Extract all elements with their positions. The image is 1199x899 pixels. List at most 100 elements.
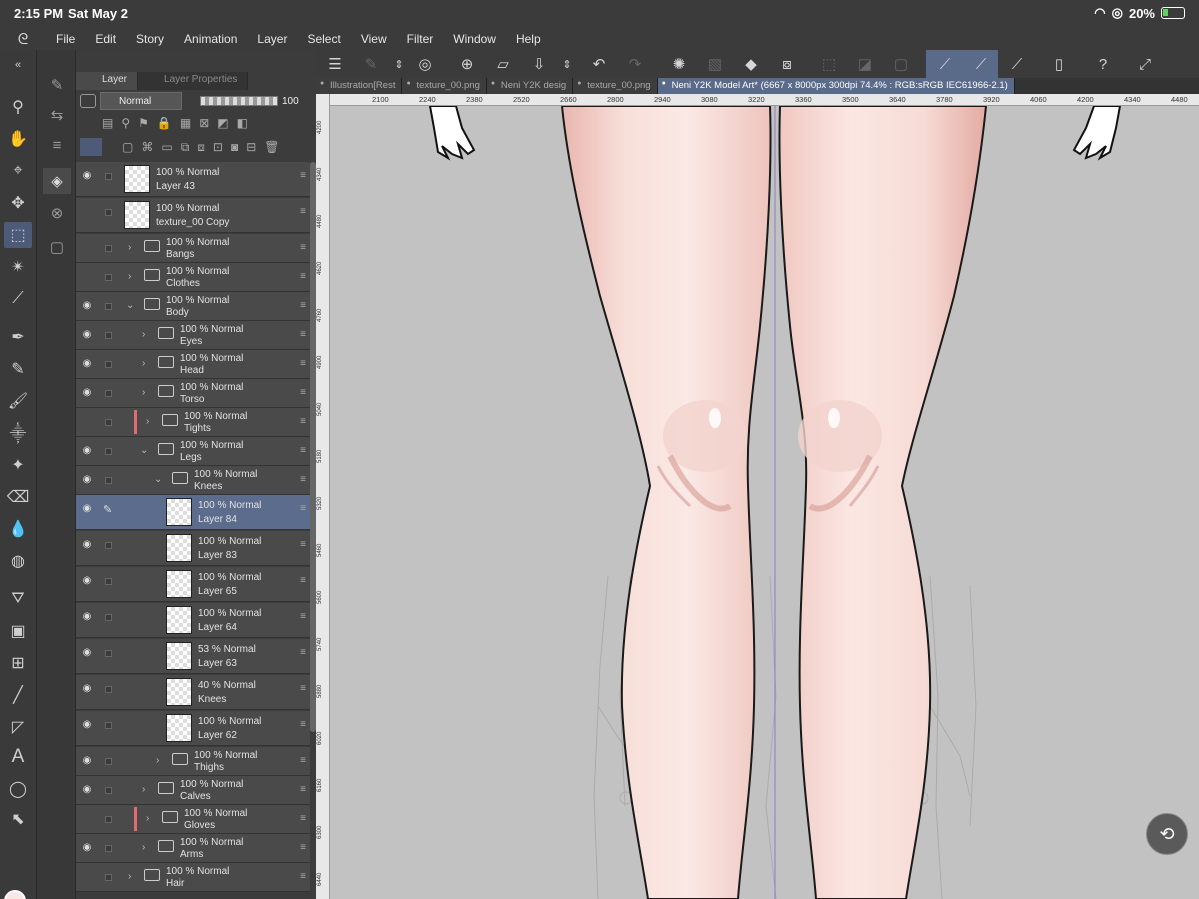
layer-checkbox[interactable] [105, 758, 112, 765]
folder-row[interactable]: ◉ ⌄ 100 % Normal Body ≡ [76, 292, 310, 321]
layer-row[interactable]: 100 % Normal texture_00 Copy ≡ [76, 198, 310, 233]
ruler-tool-icon[interactable]: ◸ [4, 714, 32, 740]
frame-tool-icon[interactable]: ⊞ [4, 650, 32, 676]
chevron-right-icon[interactable]: › [142, 842, 145, 853]
chevron-right-icon[interactable]: › [146, 416, 149, 427]
menu-view[interactable]: View [351, 32, 397, 46]
blend-tool-icon[interactable]: 💧 [4, 516, 32, 542]
folder-row[interactable]: ◉ ⌄ 100 % Normal Legs ≡ [76, 437, 310, 466]
layer-menu-icon[interactable]: ≡ [300, 842, 306, 853]
layer-row[interactable]: ◉ 100 % Normal Layer 65 ≡ [76, 567, 310, 602]
redo-icon[interactable]: ↷ [622, 53, 648, 75]
layer-menu-icon[interactable]: ≡ [300, 719, 306, 730]
chevron-right-icon[interactable]: › [142, 329, 145, 340]
layer-menu-icon[interactable]: ≡ [300, 416, 306, 427]
menu-animation[interactable]: Animation [174, 32, 247, 46]
folder-row[interactable]: › 100 % Normal Bangs ≡ [76, 234, 310, 263]
chevron-right-icon[interactable]: › [142, 358, 145, 369]
transform-icon[interactable]: ⧇ [774, 53, 800, 75]
layer-menu-icon[interactable]: ≡ [300, 445, 306, 456]
text-tool-icon[interactable]: A [4, 744, 32, 770]
fullscreen-icon[interactable]: ⤢ [1132, 53, 1158, 75]
chevron-right-icon[interactable]: › [128, 242, 131, 253]
chevron-right-icon[interactable]: › [128, 871, 131, 882]
loading-spinner-icon[interactable]: ✺ [666, 53, 692, 75]
layer-menu-icon[interactable]: ≡ [300, 611, 306, 622]
selection-tool-icon[interactable]: ⬚ [4, 222, 32, 248]
layer-checkbox[interactable] [105, 542, 112, 549]
sub-tool-pen-icon[interactable]: ✎ [43, 72, 71, 98]
visibility-eye-icon[interactable]: ◉ [81, 329, 93, 340]
drawing-canvas[interactable] [330, 106, 1199, 899]
decoration-tool-icon[interactable]: ✦ [4, 452, 32, 478]
blend-mode-select[interactable]: Normal [100, 92, 182, 110]
ruler-show-icon[interactable]: ◩ [217, 116, 228, 130]
folder-row[interactable]: ◉ › 100 % Normal Calves ≡ [76, 776, 310, 805]
visibility-eye-icon[interactable]: ◉ [81, 842, 93, 853]
layer-menu-icon[interactable]: ≡ [300, 358, 306, 369]
clip-icon[interactable]: ▤ [102, 116, 113, 130]
layers-panel-icon[interactable]: ◈ [43, 168, 71, 194]
fill-tool-icon[interactable]: ⛛ [4, 586, 32, 612]
layer-color-icon[interactable] [80, 94, 96, 108]
folder-row[interactable]: › 100 % Normal Hair ≡ [76, 863, 310, 892]
correct-line-tool-icon[interactable]: ⬉ [4, 806, 32, 832]
layer-checkbox[interactable] [105, 361, 112, 368]
chevron-right-icon[interactable]: › [142, 387, 145, 398]
help-icon[interactable]: ? [1090, 53, 1116, 75]
layer-row[interactable]: ◉ 100 % Normal Layer 62 ≡ [76, 711, 310, 746]
folder-row[interactable]: › 100 % Normal Tights ≡ [76, 408, 310, 437]
layer-checkbox[interactable] [105, 578, 112, 585]
menu-file[interactable]: File [46, 32, 85, 46]
figure-tool-icon[interactable]: ◍ [4, 548, 32, 574]
deselect-icon[interactable]: ⬚ [816, 53, 842, 75]
layer-menu-icon[interactable]: ≡ [300, 387, 306, 398]
visibility-eye-icon[interactable]: ◉ [81, 387, 93, 398]
main-color[interactable] [4, 890, 26, 899]
select-all-icon[interactable]: ▢ [888, 53, 914, 75]
operation-tool-icon[interactable]: ⌖ [4, 158, 32, 184]
chevron-down-icon[interactable]: ⌄ [154, 474, 162, 485]
layer-menu-icon[interactable]: ≡ [300, 329, 306, 340]
doc-tab-3[interactable]: Neni Y2K desig [486, 78, 574, 94]
visibility-eye-icon[interactable]: ◉ [81, 719, 93, 730]
layer-row-selected[interactable]: ◉ ✎ 100 % Normal Layer 84 ≡ [76, 495, 310, 530]
layer-menu-icon[interactable]: ≡ [300, 784, 306, 795]
fill-icon[interactable]: ◆ [738, 53, 764, 75]
menu-layer[interactable]: Layer [247, 32, 297, 46]
visibility-eye-icon[interactable]: ◉ [81, 784, 93, 795]
airbrush-tool-icon[interactable]: ⸎ [4, 420, 32, 446]
gradient-tool-icon[interactable]: ▣ [4, 618, 32, 644]
layer-row[interactable]: ◉ 100 % Normal Layer 64 ≡ [76, 603, 310, 638]
snap-ruler-icon[interactable]: ⟋ [932, 53, 958, 75]
menu-edit[interactable]: Edit [85, 32, 126, 46]
layer-checkbox[interactable] [105, 816, 112, 823]
layer-checkbox[interactable] [105, 722, 112, 729]
pencil-tool-icon[interactable]: ✎ [4, 356, 32, 382]
doc-tab-4[interactable]: texture_00.png [573, 78, 658, 94]
layer-checkbox[interactable] [105, 787, 112, 794]
pen-tool-icon[interactable]: ✒ [4, 324, 32, 350]
layer-menu-icon[interactable]: ≡ [300, 813, 306, 824]
layer-menu-icon[interactable]: ≡ [300, 474, 306, 485]
layer-checkbox[interactable] [105, 845, 112, 852]
device-icon[interactable]: ▯ [1046, 53, 1072, 75]
layer-menu-icon[interactable]: ≡ [300, 539, 306, 550]
layer-menu-icon[interactable]: ≡ [300, 755, 306, 766]
lock-icon[interactable]: 🔒 [157, 116, 172, 130]
apply-mask-icon[interactable]: ⊟ [246, 140, 256, 154]
folder-row[interactable]: ◉ › 100 % Normal Torso ≡ [76, 379, 310, 408]
undo-icon[interactable]: ↶ [586, 53, 612, 75]
layer-checkbox[interactable] [105, 332, 112, 339]
visibility-eye-icon[interactable]: ◉ [81, 445, 93, 456]
layer-color-toggle-icon[interactable]: ◧ [237, 116, 248, 130]
collapse-icon[interactable]: « [4, 52, 32, 78]
draft-layer-icon[interactable]: ⚑ [138, 116, 149, 130]
layer-checkbox[interactable] [105, 477, 112, 484]
layer-menu-icon[interactable]: ≡ [300, 503, 306, 514]
layer-checkbox[interactable] [105, 419, 112, 426]
clip-studio-icon[interactable]: ◎ [412, 53, 438, 75]
menu-window[interactable]: Window [443, 32, 506, 46]
snap-grid-icon[interactable]: ⟋ [1004, 53, 1030, 75]
folder-row[interactable]: ◉ › 100 % Normal Thighs ≡ [76, 747, 310, 776]
